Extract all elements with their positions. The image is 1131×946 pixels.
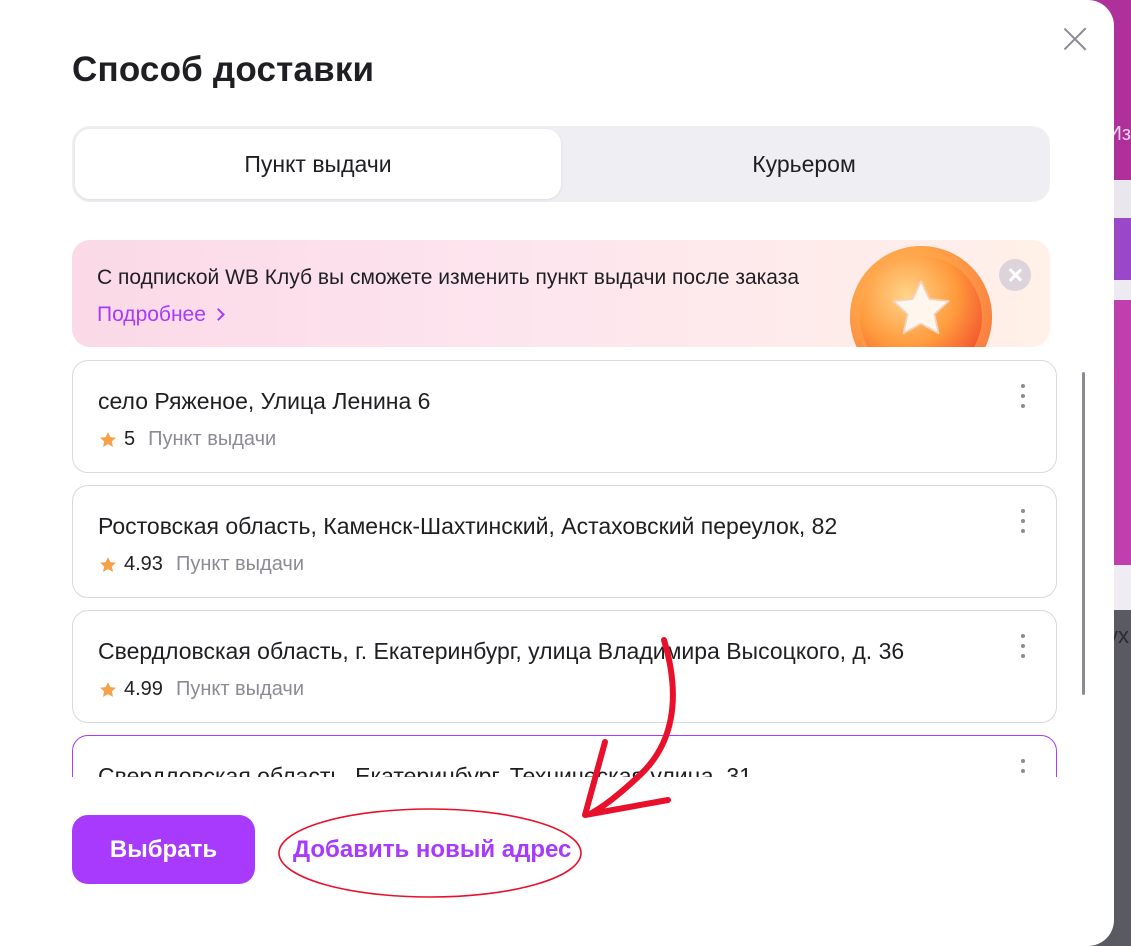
pickup-point-meta: 5 Пункт выдачи	[98, 428, 276, 451]
tab-pickup-point[interactable]: Пункт выдачи	[75, 129, 561, 199]
select-button[interactable]: Выбрать	[72, 815, 255, 884]
star-coin-icon	[850, 246, 992, 347]
more-vertical-icon[interactable]	[1016, 508, 1030, 534]
close-icon[interactable]	[1060, 24, 1090, 54]
more-vertical-icon[interactable]	[1016, 633, 1030, 659]
pickup-point-address: Ростовская область, Каменск-Шахтинский, …	[98, 513, 838, 539]
close-circle-icon[interactable]	[999, 259, 1031, 291]
promo-more-link[interactable]: Подробнее	[97, 303, 225, 327]
pickup-point-address: село Ряженое, Улица Ленина 6	[98, 388, 431, 414]
pickup-point-card[interactable]: Ростовская область, Каменск-Шахтинский, …	[72, 485, 1057, 598]
pickup-point-rating: 5	[124, 428, 136, 450]
star-icon	[100, 556, 116, 572]
pickup-points-list: село Ряженое, Улица Ленина 6 5 Пункт выд…	[72, 360, 1058, 777]
more-vertical-icon[interactable]	[1016, 758, 1030, 777]
promo-more-label: Подробнее	[97, 303, 206, 326]
tab-courier[interactable]: Курьером	[561, 129, 1047, 199]
pickup-point-type: Пункт выдачи	[148, 428, 277, 450]
wb-club-promo-banner: С подпиской WB Клуб вы сможете изменить …	[72, 240, 1050, 347]
pickup-point-card[interactable]: село Ряженое, Улица Ленина 6 5 Пункт выд…	[72, 360, 1057, 473]
pickup-point-meta: 4.99 Пункт выдачи	[98, 678, 304, 701]
pickup-point-rating: 4.99	[124, 678, 163, 700]
pickup-point-type: Пункт выдачи	[175, 678, 304, 700]
chevron-right-icon	[212, 308, 225, 321]
star-icon	[100, 431, 116, 447]
pickup-point-card[interactable]: Свердловская область, г. Екатеринбург, у…	[72, 610, 1057, 723]
promo-text: С подпиской WB Клуб вы сможете изменить …	[97, 266, 800, 289]
pickup-point-type: Пункт выдачи	[175, 553, 304, 575]
pickup-point-card-selected[interactable]: Свердловская область, Екатеринбург, Техн…	[72, 735, 1057, 777]
add-new-address-button[interactable]: Добавить новый адрес	[293, 836, 571, 864]
pickup-point-address: Свердловская область, г. Екатеринбург, у…	[98, 638, 905, 664]
coin-star-icon	[892, 280, 950, 335]
modal-title: Способ доставки	[72, 50, 375, 89]
delivery-method-modal: Способ доставки Пункт выдачи Курьером С …	[0, 0, 1114, 946]
delivery-tabs: Пункт выдачи Курьером	[72, 126, 1050, 202]
list-scrollbar[interactable]	[1082, 372, 1085, 695]
pickup-point-rating: 4.93	[124, 553, 163, 575]
pickup-point-meta: 4.93 Пункт выдачи	[98, 553, 304, 576]
pickup-point-address: Свердловская область, Екатеринбург, Техн…	[98, 763, 752, 777]
more-vertical-icon[interactable]	[1016, 383, 1030, 409]
star-icon	[100, 681, 116, 697]
